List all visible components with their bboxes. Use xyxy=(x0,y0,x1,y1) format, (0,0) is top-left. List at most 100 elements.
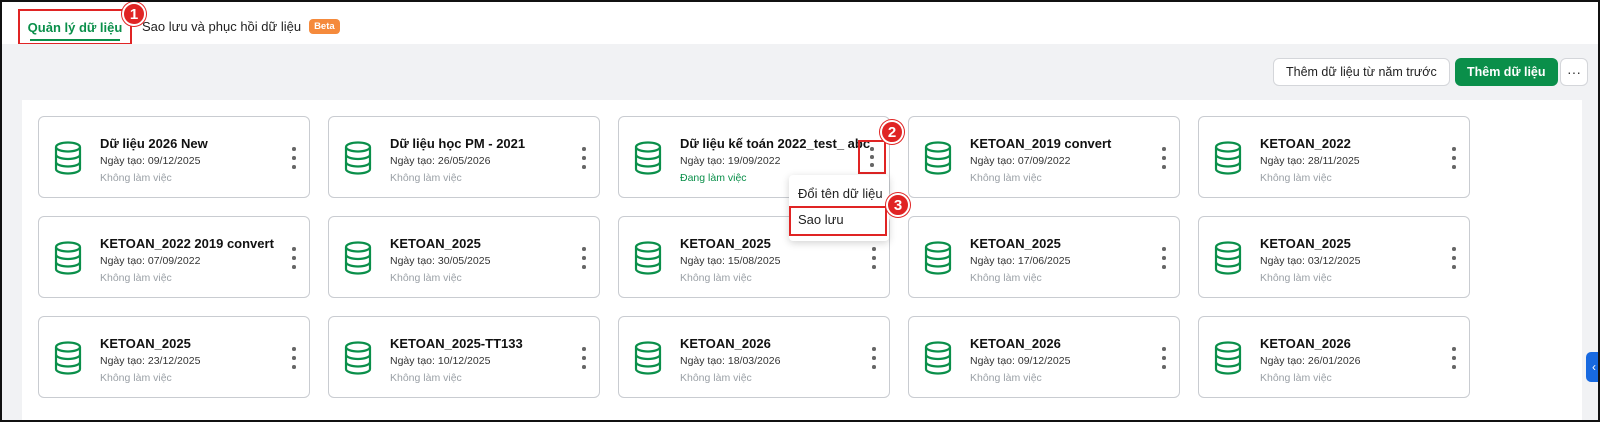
kebab-menu-icon[interactable] xyxy=(291,247,297,269)
data-card-name: KETOAN_2025 xyxy=(100,336,191,351)
data-card-name: KETOAN_2025 xyxy=(680,236,771,251)
data-card-name: KETOAN_2022 xyxy=(1260,136,1351,151)
kebab-menu-icon[interactable] xyxy=(871,347,877,369)
menu-item-backup[interactable]: Sao lưu xyxy=(798,212,844,227)
data-card[interactable]: KETOAN_2025 Ngày tạo: 30/05/2025 Không làm… xyxy=(328,216,600,298)
menu-item-rename[interactable]: Đổi tên dữ liệu xyxy=(798,186,883,201)
data-card[interactable]: KETOAN_2019 convert Ngày tạo: 07/09/2022 K… xyxy=(908,116,1180,198)
data-card[interactable]: KETOAN_2026 Ngày tạo: 09/12/2025 Không làm… xyxy=(908,316,1180,398)
kebab-menu-icon[interactable] xyxy=(1161,147,1167,169)
data-card-name: KETOAN_2022 2019 convert xyxy=(100,236,274,251)
kebab-menu-icon[interactable] xyxy=(1161,247,1167,269)
data-card-created-date: Ngày tạo: 19/09/2022 xyxy=(680,155,781,167)
data-card[interactable]: KETOAN_2025 Ngày tạo: 17/06/2025 Không làm… xyxy=(908,216,1180,298)
data-card-created-date: Ngày tạo: 28/11/2025 xyxy=(1260,155,1360,167)
tab-data-management[interactable]: Quản lý dữ liệu xyxy=(18,9,132,45)
data-card-status: Không làm việc xyxy=(970,172,1042,184)
data-card-created-date: Ngày tạo: 07/09/2022 xyxy=(100,255,201,267)
data-card-name: KETOAN_2019 convert xyxy=(970,136,1112,151)
data-card-grid: Dữ liệu 2026 New Ngày tạo: 09/12/2025 Khôn… xyxy=(22,100,1582,420)
data-card[interactable]: KETOAN_2026 Ngày tạo: 26/01/2026 Không làm… xyxy=(1198,316,1470,398)
app-window: Quản lý dữ liệu Sao lưu và phục hồi dữ l… xyxy=(0,0,1600,422)
kebab-menu-icon[interactable] xyxy=(1451,247,1457,269)
database-icon xyxy=(53,341,83,375)
data-card[interactable]: KETOAN_2026 Ngày tạo: 18/03/2026 Không làm… xyxy=(618,316,890,398)
data-card-name: Dữ liệu 2026 New xyxy=(100,136,208,151)
data-card-created-date: Ngày tạo: 09/12/2025 xyxy=(970,355,1071,367)
database-icon xyxy=(923,141,953,175)
kebab-menu-icon[interactable] xyxy=(1161,347,1167,369)
data-card-name: Dữ liệu kế toán 2022_test_ abc xyxy=(680,136,871,151)
data-card-name: KETOAN_2025 xyxy=(1260,236,1351,251)
add-from-prev-year-button[interactable]: Thêm dữ liệu từ năm trước xyxy=(1273,58,1450,86)
more-options-button[interactable]: ··· xyxy=(1560,58,1588,86)
data-card-status: Không làm việc xyxy=(680,272,752,284)
data-card-created-date: Ngày tạo: 23/12/2025 xyxy=(100,355,201,367)
data-card-name: KETOAN_2025 xyxy=(390,236,481,251)
annotation-marker-2: 2 xyxy=(880,120,904,144)
data-card-status: Không làm việc xyxy=(390,372,462,384)
database-icon xyxy=(1213,141,1243,175)
data-card-status: Không làm việc xyxy=(970,372,1042,384)
data-card-status: Đang làm việc xyxy=(680,172,747,184)
data-card-name: KETOAN_2026 xyxy=(680,336,771,351)
data-card-status: Không làm việc xyxy=(390,172,462,184)
database-icon xyxy=(1213,341,1243,375)
database-icon xyxy=(53,241,83,275)
data-card-status: Không làm việc xyxy=(970,272,1042,284)
database-icon xyxy=(343,241,373,275)
data-card-created-date: Ngày tạo: 03/12/2025 xyxy=(1260,255,1361,267)
data-card-name: KETOAN_2026 xyxy=(970,336,1061,351)
data-card[interactable]: KETOAN_2025 Ngày tạo: 03/12/2025 Không làm… xyxy=(1198,216,1470,298)
database-icon xyxy=(633,141,663,175)
data-card-status: Không làm việc xyxy=(1260,272,1332,284)
tab-backup-restore[interactable]: Sao lưu và phục hồi dữ liệu Beta xyxy=(142,19,340,34)
data-card[interactable]: Dữ liệu học PM - 2021 Ngày tạo: 26/05/202… xyxy=(328,116,600,198)
data-card[interactable]: KETOAN_2022 Ngày tạo: 28/11/2025 Không làm… xyxy=(1198,116,1470,198)
database-icon xyxy=(923,341,953,375)
kebab-menu-icon[interactable] xyxy=(1451,147,1457,169)
data-card[interactable]: Dữ liệu 2026 New Ngày tạo: 09/12/2025 Khôn… xyxy=(38,116,310,198)
data-card-created-date: Ngày tạo: 17/06/2025 xyxy=(970,255,1071,267)
kebab-menu-icon[interactable] xyxy=(858,140,886,174)
data-card-status: Không làm việc xyxy=(100,172,172,184)
tab-bar: Quản lý dữ liệu Sao lưu và phục hồi dữ l… xyxy=(2,2,1598,45)
database-icon xyxy=(343,141,373,175)
active-tab-underline xyxy=(30,39,120,41)
data-card-created-date: Ngày tạo: 15/08/2025 xyxy=(680,255,781,267)
data-card[interactable]: KETOAN_2025-TT133 Ngày tạo: 10/12/2025 Khô… xyxy=(328,316,600,398)
kebab-menu-icon[interactable] xyxy=(581,247,587,269)
database-icon xyxy=(1213,241,1243,275)
kebab-menu-icon[interactable] xyxy=(871,247,877,269)
data-card-status: Không làm việc xyxy=(100,372,172,384)
database-icon xyxy=(53,141,83,175)
data-card-status: Không làm việc xyxy=(1260,372,1332,384)
data-card-name: KETOAN_2025 xyxy=(970,236,1061,251)
data-card-name: KETOAN_2026 xyxy=(1260,336,1351,351)
context-menu: Đổi tên dữ liệu Sao lưu xyxy=(789,175,889,241)
database-icon xyxy=(343,341,373,375)
chevron-left-icon[interactable]: ‹ xyxy=(1586,352,1598,382)
data-card-created-date: Ngày tạo: 30/05/2025 xyxy=(390,255,491,267)
data-card[interactable]: KETOAN_2025 Ngày tạo: 23/12/2025 Không làm… xyxy=(38,316,310,398)
annotation-marker-1: 1 xyxy=(122,2,146,26)
database-icon xyxy=(923,241,953,275)
data-card[interactable]: KETOAN_2022 2019 convert Ngày tạo: 07/09/… xyxy=(38,216,310,298)
add-data-button[interactable]: Thêm dữ liệu xyxy=(1455,58,1558,86)
kebab-menu-icon[interactable] xyxy=(291,347,297,369)
data-card-created-date: Ngày tạo: 18/03/2026 xyxy=(680,355,781,367)
database-icon xyxy=(633,341,663,375)
database-icon xyxy=(633,241,663,275)
kebab-menu-icon[interactable] xyxy=(291,147,297,169)
kebab-menu-icon[interactable] xyxy=(1451,347,1457,369)
beta-badge: Beta xyxy=(309,19,340,34)
kebab-menu-icon[interactable] xyxy=(581,347,587,369)
annotation-marker-3: 3 xyxy=(886,193,910,217)
data-card-status: Không làm việc xyxy=(100,272,172,284)
data-card-created-date: Ngày tạo: 26/01/2026 xyxy=(1260,355,1361,367)
tab-data-management-label: Quản lý dữ liệu xyxy=(27,19,123,35)
kebab-menu-icon[interactable] xyxy=(581,147,587,169)
data-card-created-date: Ngày tạo: 07/09/2022 xyxy=(970,155,1071,167)
data-card-name: Dữ liệu học PM - 2021 xyxy=(390,136,526,151)
data-card-status: Không làm việc xyxy=(680,372,752,384)
